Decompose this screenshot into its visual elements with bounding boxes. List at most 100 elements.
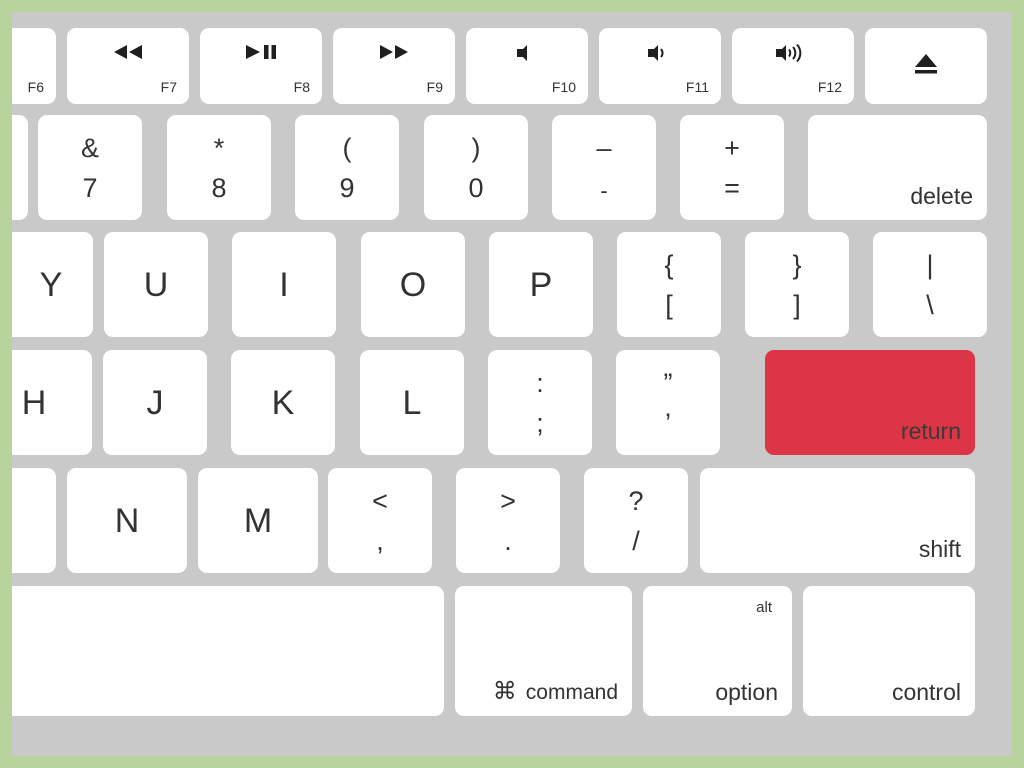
key-minus[interactable]: – -	[552, 115, 656, 220]
key-7-label: 7	[82, 173, 98, 203]
key-slash-label: /	[632, 526, 640, 556]
key-semicolon-shift-label: :	[536, 368, 544, 398]
fast-forward-icon	[333, 44, 455, 60]
key-option-alt-label: alt	[756, 599, 772, 616]
key-bracket-left[interactable]: { [	[617, 232, 721, 337]
key-command-label-group: ⌘ command	[493, 680, 618, 704]
key-period-label: .	[504, 526, 512, 556]
key-comma-label: ,	[376, 526, 384, 556]
key-k-label: K	[271, 383, 295, 422]
key-9-shift-label: (	[342, 133, 352, 163]
key-8[interactable]: * 8	[167, 115, 271, 220]
key-equal-shift-label: +	[724, 133, 740, 163]
key-8-shift-label: *	[213, 133, 225, 163]
keyboard-deck: F6 F7 F8 F9 F10 F11 F12 & 7 * 8 (9) 0 …	[12, 12, 1012, 756]
key-period-shift-label: >	[500, 486, 516, 516]
key-eject[interactable]	[865, 28, 987, 104]
key-minus-label: -	[600, 178, 608, 203]
key-comma[interactable]: < ,	[328, 468, 432, 573]
key-bracket-right[interactable]: } ]	[745, 232, 849, 337]
key-n-label: N	[114, 501, 140, 540]
number-row: & 7 * 8 ( 9 ) 0 – - + = delete	[12, 115, 1012, 220]
key-semicolon-label: ;	[536, 408, 544, 438]
play-pause-icon	[200, 44, 322, 60]
key-equal-label: =	[724, 173, 740, 203]
key-delete-label: delete	[910, 183, 973, 209]
key-f8-label: F8	[293, 79, 310, 95]
key-m[interactable]: M	[198, 468, 318, 573]
modifier-row: ⌘ command alt option control	[12, 586, 1012, 716]
volume-up-icon	[732, 42, 854, 64]
key-f11[interactable]: F11	[599, 28, 721, 104]
key-f6[interactable]: F6	[12, 28, 56, 104]
key-u-label: U	[143, 265, 169, 304]
key-slash-shift-label: ?	[628, 486, 644, 516]
keyboard-frame: F6 F7 F8 F9 F10 F11 F12 & 7 * 8 (9) 0 …	[0, 0, 1024, 768]
key-f7[interactable]: F7	[67, 28, 189, 104]
key-m-label: M	[243, 501, 273, 540]
bottom-letter-row: N M < , > . ? / shift	[12, 468, 1012, 573]
key-option[interactable]: alt option	[643, 586, 792, 716]
key-0-label: 0	[468, 173, 484, 203]
key-u[interactable]: U	[104, 232, 208, 337]
key-backslash[interactable]: | \	[873, 232, 987, 337]
key-j-label: J	[146, 383, 164, 422]
key-shift-right-label: shift	[918, 536, 961, 562]
key-i-label: I	[279, 265, 289, 304]
key-o-label: O	[399, 265, 427, 304]
key-f7-label: F7	[160, 79, 177, 95]
key-p[interactable]: P	[489, 232, 593, 337]
key-quote[interactable]: ” ’	[616, 350, 720, 455]
key-minus-shift-label: –	[596, 133, 612, 163]
key-j[interactable]: J	[103, 350, 207, 455]
home-row: H J K L : ; ” ’ return	[12, 350, 1012, 455]
key-y[interactable]: Y	[12, 232, 93, 337]
key-comma-shift-label: <	[372, 486, 388, 516]
key-f6-label: F6	[27, 79, 44, 95]
key-delete[interactable]: delete	[808, 115, 987, 220]
key-9-label: 9	[339, 173, 355, 203]
key-bracket-left-shift-label: {	[664, 250, 674, 280]
key-h[interactable]: H	[12, 350, 92, 455]
key-command-label: command	[525, 680, 618, 704]
key-period[interactable]: > .	[456, 468, 560, 573]
key-9[interactable]: ( 9	[295, 115, 399, 220]
key-return[interactable]: return	[765, 350, 975, 455]
key-p-label: P	[529, 265, 553, 304]
key-y-label: Y	[39, 265, 63, 304]
key-f10-label: F10	[551, 79, 576, 95]
key-f8[interactable]: F8	[200, 28, 322, 104]
key-0-shift-label: )	[471, 133, 481, 163]
function-row: F6 F7 F8 F9 F10 F11 F12	[12, 28, 1012, 104]
key-backslash-shift-label: |	[926, 250, 934, 280]
key-command[interactable]: ⌘ command	[455, 586, 632, 716]
key-space[interactable]	[12, 586, 444, 716]
key-n[interactable]: N	[67, 468, 187, 573]
key-equal[interactable]: + =	[680, 115, 784, 220]
key-7-shift-label: &	[80, 133, 99, 163]
key-f11-label: F11	[685, 79, 709, 95]
key-shift-right[interactable]: shift	[700, 468, 975, 573]
key-0[interactable]: ) 0	[424, 115, 528, 220]
key-o[interactable]: O	[361, 232, 465, 337]
key-7[interactable]: & 7	[38, 115, 142, 220]
key-i[interactable]: I	[232, 232, 336, 337]
key-bracket-right-shift-label: }	[792, 250, 802, 280]
key-b-partial[interactable]	[12, 468, 56, 573]
mute-icon	[466, 42, 588, 64]
key-quote-shift-label: ”	[663, 368, 673, 398]
key-8-label: 8	[211, 173, 227, 203]
key-f12[interactable]: F12	[732, 28, 854, 104]
key-slash[interactable]: ? /	[584, 468, 688, 573]
key-f10[interactable]: F10	[466, 28, 588, 104]
key-f12-label: F12	[817, 79, 842, 95]
key-6-partial[interactable]	[12, 115, 28, 220]
key-l[interactable]: L	[360, 350, 464, 455]
key-f9[interactable]: F9	[333, 28, 455, 104]
key-f9-label: F9	[426, 79, 443, 95]
key-k[interactable]: K	[231, 350, 335, 455]
key-return-label: return	[900, 418, 961, 444]
key-bracket-right-label: ]	[793, 290, 801, 320]
key-control[interactable]: control	[803, 586, 975, 716]
key-semicolon[interactable]: : ;	[488, 350, 592, 455]
